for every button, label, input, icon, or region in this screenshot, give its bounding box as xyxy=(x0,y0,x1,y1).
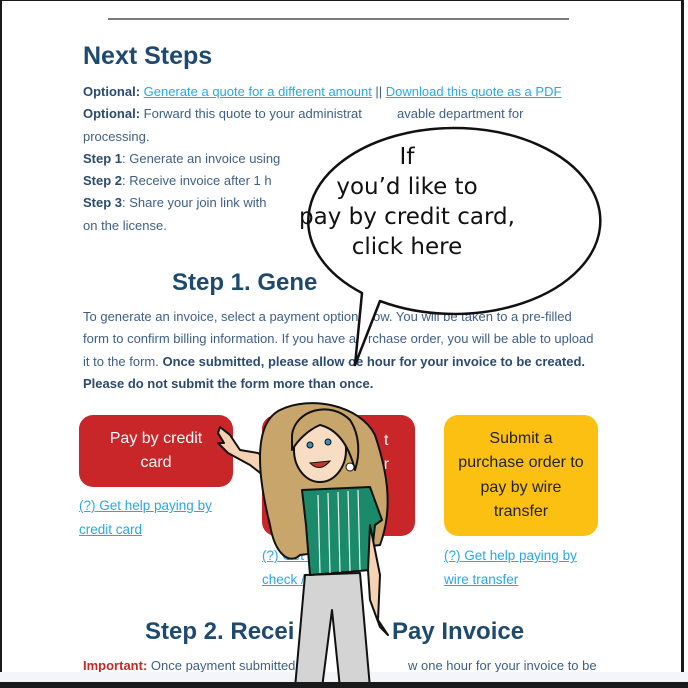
callout-line-4: click here xyxy=(351,234,463,260)
character-eye-right xyxy=(324,438,332,446)
bottom-border xyxy=(0,682,688,688)
callout-line-3: pay by credit card, xyxy=(299,204,515,230)
character-earring xyxy=(345,462,355,472)
callout-line-2: you’d like to xyxy=(336,174,478,200)
character-eye-left xyxy=(306,441,314,449)
callout-text: If you’d like to pay by credit card, cli… xyxy=(282,142,532,262)
cartoon-character-illustration xyxy=(217,402,389,688)
character-pants xyxy=(294,572,371,688)
callout-line-1: If xyxy=(399,144,415,170)
